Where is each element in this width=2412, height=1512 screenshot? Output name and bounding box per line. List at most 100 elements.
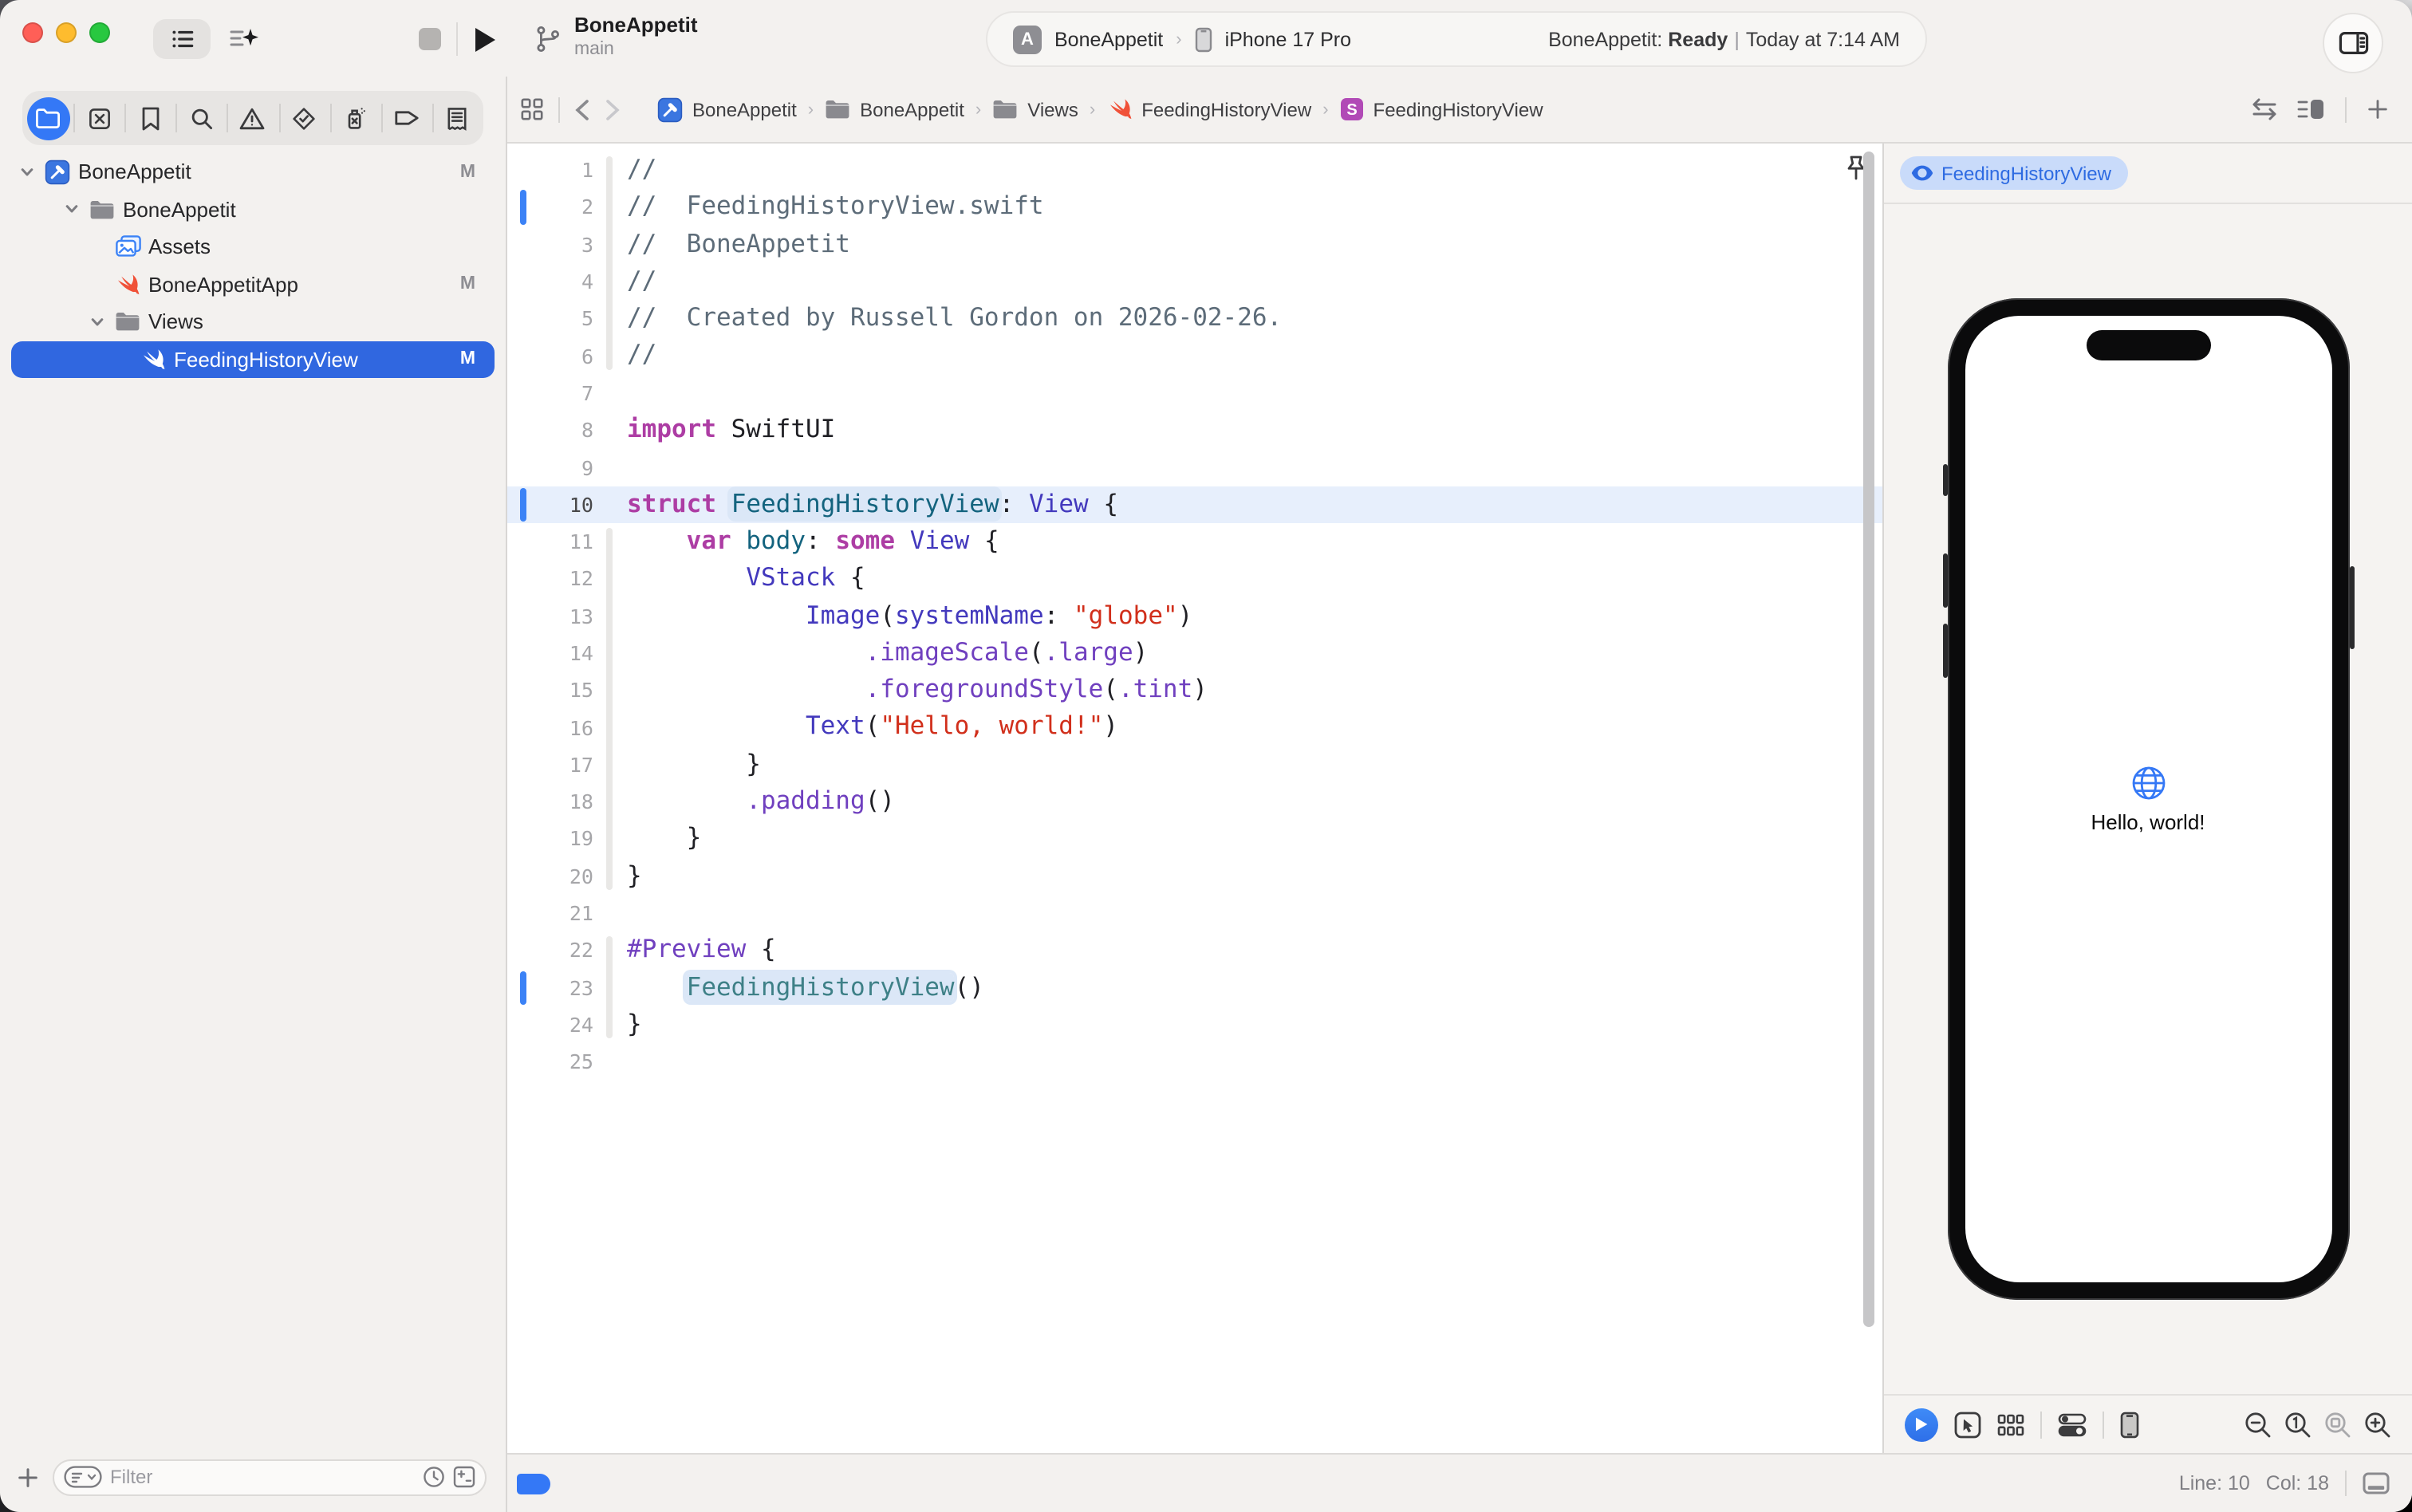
editor-options-icon[interactable] xyxy=(2297,97,2326,121)
selectable-mode-icon[interactable] xyxy=(1954,1411,1981,1438)
code-line-7[interactable]: 7 xyxy=(507,375,1882,412)
code-line-5[interactable]: 5// Created by Russell Gordon on 2026-02… xyxy=(507,300,1882,337)
breadcrumb-item[interactable]: SFeedingHistoryView xyxy=(1340,97,1543,121)
close-window-button[interactable] xyxy=(22,22,43,43)
add-item-button[interactable] xyxy=(16,1465,40,1489)
breadcrumb-item[interactable]: Views xyxy=(992,98,1078,120)
sidebar-tab-tests-navigator[interactable] xyxy=(278,91,329,145)
zoom-100-icon[interactable] xyxy=(2284,1411,2312,1438)
related-items-grid-icon[interactable] xyxy=(520,97,544,121)
code-line-6[interactable]: 6// xyxy=(507,337,1882,375)
editor-scrollbar[interactable] xyxy=(1863,152,1874,1327)
device-icon[interactable] xyxy=(2120,1411,2139,1438)
code-line-14[interactable]: 14 .imageScale(.large) xyxy=(507,635,1882,672)
toggle-inspector-button[interactable] xyxy=(2323,13,2383,73)
code-line-8[interactable]: 8import SwiftUI xyxy=(507,411,1882,449)
disclosure-chevron-icon[interactable] xyxy=(19,164,35,180)
disclosure-chevron-icon[interactable] xyxy=(89,314,105,330)
code-editor[interactable]: 1//2// FeedingHistoryView.swift3// BoneA… xyxy=(507,144,1882,1453)
change-bar xyxy=(520,785,526,819)
source-control-status-filter-icon[interactable] xyxy=(453,1466,475,1488)
s-badge-icon: S xyxy=(1340,97,1364,121)
swap-editor-icon[interactable] xyxy=(2251,97,2278,121)
add-editor-icon[interactable] xyxy=(2366,97,2390,121)
stop-button[interactable] xyxy=(415,19,443,59)
scheme-destination-pill[interactable]: A BoneAppetit › iPhone 17 Pro BoneAppeti… xyxy=(986,11,1927,67)
code-line-13[interactable]: 13 Image(systemName: "globe") xyxy=(507,597,1882,635)
run-destination[interactable]: iPhone 17 Pro xyxy=(1225,28,1351,50)
sidebar-tab-bookmarks-navigator[interactable] xyxy=(124,91,175,145)
project-identity[interactable]: BoneAppetit main xyxy=(536,11,698,61)
sidebar-tab-reports-navigator[interactable] xyxy=(432,91,483,145)
breadcrumb-item[interactable]: BoneAppetit xyxy=(657,96,797,122)
breadcrumb-item[interactable]: BoneAppetit xyxy=(825,98,964,120)
sidebar-tab-issues-navigator[interactable] xyxy=(227,91,278,145)
activity-status: BoneAppetit: Ready|Today at 7:14 AM xyxy=(1548,28,1900,50)
sidebar-tab-debug-navigator[interactable] xyxy=(329,91,380,145)
sidebar-tab-changes-navigator[interactable] xyxy=(73,91,124,145)
code-line-19[interactable]: 19 } xyxy=(507,821,1882,858)
zoom-window-button[interactable] xyxy=(89,22,110,43)
canvas[interactable]: Hello, world! xyxy=(1884,204,2412,1394)
change-bar xyxy=(520,822,526,856)
sidebar-tab-project-navigator[interactable] xyxy=(22,91,73,145)
sidebar-tab-breakpoints-navigator[interactable] xyxy=(381,91,432,145)
code-line-3[interactable]: 3// BoneAppetit xyxy=(507,226,1882,263)
code-line-21[interactable]: 21 xyxy=(507,895,1882,932)
code-line-16[interactable]: 16 Text("Hello, world!") xyxy=(507,709,1882,746)
zoom-out-icon[interactable] xyxy=(2244,1411,2272,1438)
code-text: // xyxy=(627,337,656,375)
filter-menu-icon[interactable] xyxy=(64,1466,102,1488)
code-line-9[interactable]: 9 xyxy=(507,449,1882,486)
preview-name-pill[interactable]: FeedingHistoryView xyxy=(1900,156,2127,190)
zoom-fit-icon[interactable] xyxy=(2324,1411,2351,1438)
recent-files-clock-icon[interactable] xyxy=(423,1466,445,1488)
code-line-11[interactable]: 11 var body: some View { xyxy=(507,523,1882,561)
filter-field[interactable] xyxy=(53,1459,487,1495)
sidebar-item-assets[interactable]: Assets xyxy=(11,228,495,266)
sidebar-item-boneappetit[interactable]: BoneAppetit xyxy=(11,191,495,228)
code-line-18[interactable]: 18 .padding() xyxy=(507,783,1882,821)
code-line-10[interactable]: 10struct FeedingHistoryView: View { xyxy=(507,486,1882,523)
code-line-1[interactable]: 1// xyxy=(507,152,1882,189)
code-line-4[interactable]: 4// xyxy=(507,263,1882,301)
sidebar-item-boneappetitapp[interactable]: BoneAppetitAppM xyxy=(11,266,495,303)
fold-ribbon-slot xyxy=(593,895,627,932)
filter-input[interactable] xyxy=(110,1466,415,1488)
sidebar-item-boneappetit[interactable]: BoneAppetitM xyxy=(11,153,495,191)
change-bar xyxy=(520,1008,526,1042)
sidebar-item-feedinghistoryview[interactable]: FeedingHistoryViewM xyxy=(11,341,495,378)
breadcrumb-item[interactable]: FeedingHistoryView xyxy=(1106,97,1311,121)
disclosure-chevron-icon[interactable] xyxy=(64,202,80,218)
go-back-button[interactable] xyxy=(574,98,590,120)
code-line-17[interactable]: 17 } xyxy=(507,746,1882,784)
variants-grid-icon[interactable] xyxy=(1997,1412,2024,1436)
code-line-25[interactable]: 25 xyxy=(507,1043,1882,1081)
code-line-15[interactable]: 15 .foregroundStyle(.tint) xyxy=(507,671,1882,709)
code-line-20[interactable]: 20} xyxy=(507,857,1882,895)
device-settings-icon[interactable] xyxy=(2058,1412,2087,1436)
list-icon xyxy=(168,26,195,53)
live-preview-play-button[interactable] xyxy=(1905,1408,1938,1441)
zoom-in-icon[interactable] xyxy=(2364,1411,2391,1438)
sidebar-tab-find-navigator[interactable] xyxy=(176,91,227,145)
toggle-navigator-button[interactable] xyxy=(153,19,211,59)
writing-tools-button[interactable] xyxy=(220,19,268,59)
iphone-preview-device[interactable]: Hello, world! xyxy=(1947,298,2349,1300)
folder-fill-icon xyxy=(825,99,850,120)
stop-icon xyxy=(417,27,441,51)
code-line-23[interactable]: 23 FeedingHistoryView() xyxy=(507,969,1882,1006)
fold-ribbon-slot xyxy=(593,523,627,561)
code-line-12[interactable]: 12 VStack { xyxy=(507,561,1882,598)
scheme-name[interactable]: BoneAppetit xyxy=(1054,28,1163,50)
change-bar xyxy=(520,599,526,633)
toggle-debug-area-icon[interactable] xyxy=(2363,1472,2390,1494)
minimize-window-button[interactable] xyxy=(56,22,77,43)
code-line-22[interactable]: 22#Preview { xyxy=(507,931,1882,969)
sidebar-item-views[interactable]: Views xyxy=(11,303,495,341)
code-line-2[interactable]: 2// FeedingHistoryView.swift xyxy=(507,189,1882,226)
run-button[interactable] xyxy=(467,19,503,59)
code-line-24[interactable]: 24} xyxy=(507,1006,1882,1044)
activity-project: BoneAppetit: xyxy=(1548,28,1662,50)
go-forward-button[interactable] xyxy=(605,98,621,120)
